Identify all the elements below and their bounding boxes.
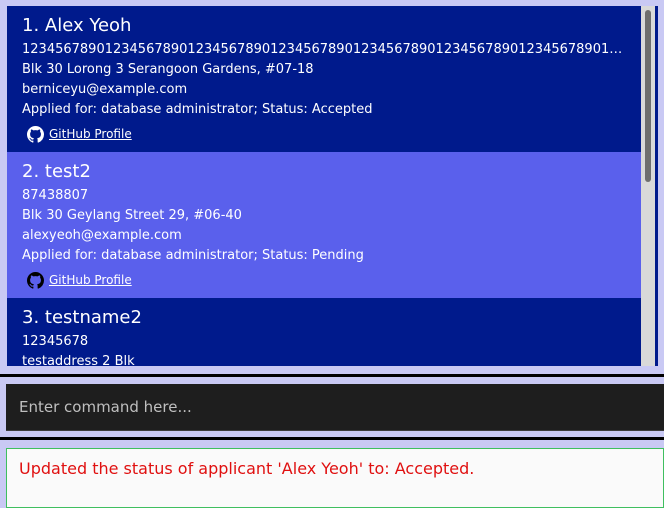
- applicant-application-status: Applied for: database administrator; Sta…: [22, 102, 373, 117]
- divider: [0, 437, 664, 440]
- command-box: [6, 384, 664, 431]
- applicant-application-status: Applied for: database administrator; Sta…: [22, 248, 364, 263]
- applicant-phone: 87438807: [22, 188, 89, 203]
- github-profile-link[interactable]: GitHub Profile: [49, 127, 132, 141]
- github-profile-row: GitHub Profile: [27, 125, 132, 143]
- applicant-address: Blk 30 Lorong 3 Serangoon Gardens, #07-1…: [22, 62, 314, 77]
- applicant-card-3[interactable]: 3. testname2 12345678 testaddress 2 Blk: [7, 298, 641, 366]
- applicant-card-1[interactable]: 1. Alex Yeoh 123456789012345678901234567…: [7, 6, 641, 152]
- github-icon: [27, 125, 44, 143]
- applicant-email: alexyeoh@example.com: [22, 228, 182, 243]
- divider: [0, 374, 664, 377]
- applicant-name: 2. test2: [22, 161, 91, 182]
- github-profile-row: GitHub Profile: [27, 271, 132, 289]
- result-display: Updated the status of applicant 'Alex Ye…: [6, 448, 664, 508]
- applicant-address: testaddress 2 Blk: [22, 354, 135, 366]
- applicant-address: Blk 30 Geylang Street 29, #06-40: [22, 208, 242, 223]
- applicant-phone: 12345678: [22, 334, 89, 349]
- list-scrollbar-thumb[interactable]: [645, 10, 651, 182]
- github-profile-link[interactable]: GitHub Profile: [49, 273, 132, 287]
- applicant-name: 3. testname2: [22, 307, 142, 328]
- applicant-phone: 1234567890123456789012345678901234567890…: [22, 42, 629, 57]
- applicant-list[interactable]: 1. Alex Yeoh 123456789012345678901234567…: [7, 6, 658, 366]
- command-input[interactable]: [6, 384, 664, 430]
- result-message: Updated the status of applicant 'Alex Ye…: [19, 459, 475, 478]
- applicant-email: berniceyu@example.com: [22, 82, 188, 97]
- github-icon: [27, 271, 44, 289]
- applicant-card-2[interactable]: 2. test2 87438807 Blk 30 Geylang Street …: [7, 152, 641, 298]
- applicant-name: 1. Alex Yeoh: [22, 15, 132, 36]
